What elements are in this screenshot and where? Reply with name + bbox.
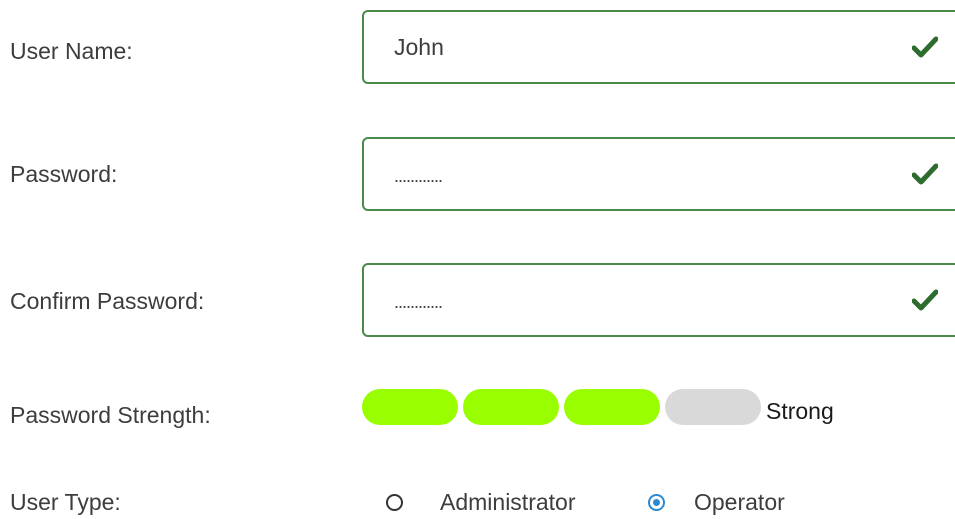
password-strength-text: Strong xyxy=(766,398,834,424)
radio-circle-icon[interactable] xyxy=(386,494,403,511)
user-name-value: John xyxy=(394,34,444,60)
strength-segment-2 xyxy=(463,389,559,425)
radio-administrator[interactable]: Administrator xyxy=(386,488,626,519)
confirm-password-masked-value: ............ xyxy=(394,292,443,312)
password-label: Password: xyxy=(10,161,118,187)
confirm-password-field-wrapper: ............ xyxy=(362,263,955,341)
confirm-password-label: Confirm Password: xyxy=(10,288,205,314)
password-field[interactable]: ............ xyxy=(362,137,955,211)
confirm-password-field[interactable]: ............ xyxy=(362,263,955,337)
radio-operator[interactable]: Operator xyxy=(648,488,848,519)
strength-segment-4 xyxy=(665,389,761,425)
user-name-field-wrapper: John xyxy=(362,10,955,88)
password-strength-label: Password Strength: xyxy=(10,402,211,428)
user-name-field[interactable]: John xyxy=(362,10,955,84)
user-form: User Name: John Password: ............ C… xyxy=(0,0,955,519)
user-type-label: User Type: xyxy=(10,489,121,515)
strength-segment-3 xyxy=(564,389,660,425)
password-field-wrapper: ............ xyxy=(362,137,955,215)
radio-operator-label: Operator xyxy=(694,489,785,515)
radio-selected-icon[interactable] xyxy=(648,494,665,511)
check-icon xyxy=(912,36,938,58)
user-name-label: User Name: xyxy=(10,38,133,64)
check-icon xyxy=(912,163,938,185)
check-icon xyxy=(912,289,938,311)
strength-segment-1 xyxy=(362,389,458,425)
password-masked-value: ............ xyxy=(394,166,443,186)
radio-administrator-label: Administrator xyxy=(440,489,576,515)
